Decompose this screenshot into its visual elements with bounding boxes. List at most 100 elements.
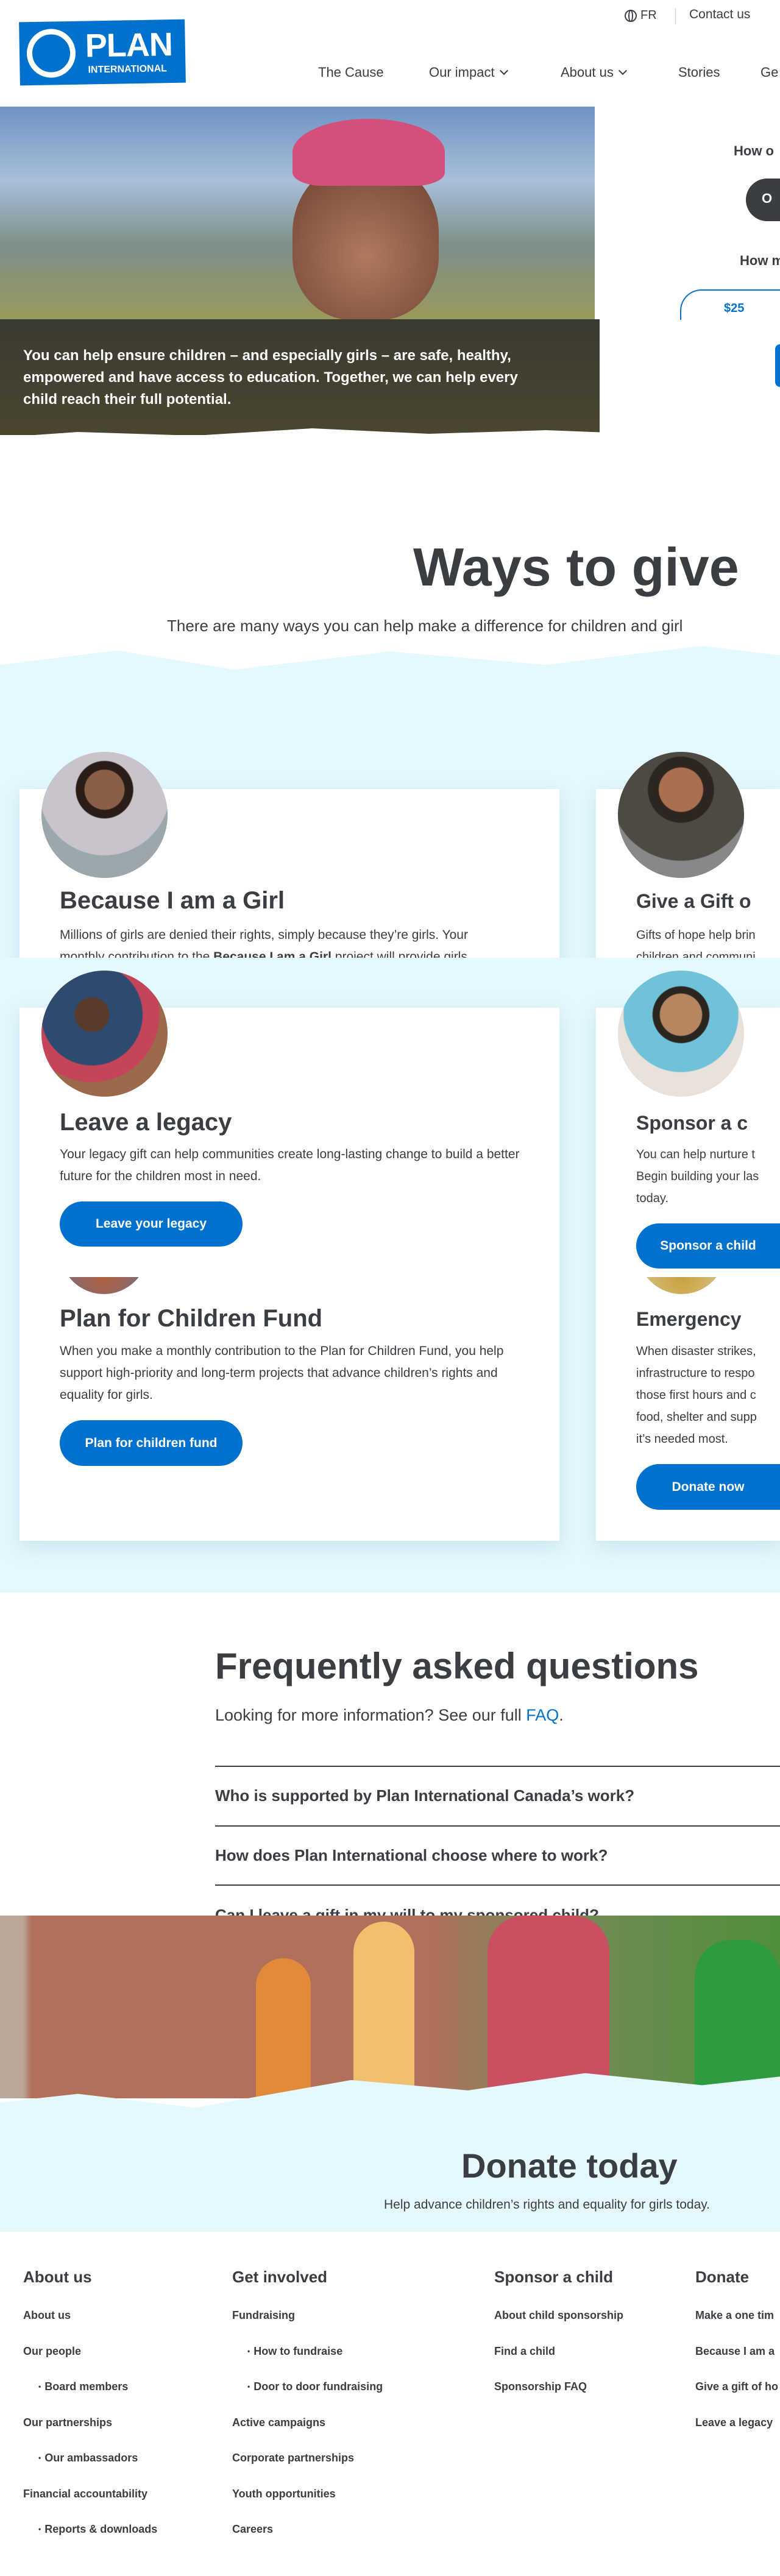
logo-subtext: INTERNATIONAL — [88, 63, 168, 76]
footer-heading: Donate — [695, 2268, 750, 2286]
avatar-fund-photo — [60, 1277, 148, 1294]
nav-get-involved[interactable]: Ge — [760, 65, 778, 80]
plan-for-children-fund-button[interactable]: Plan for children fund — [60, 1420, 243, 1466]
footer-heading: About us — [23, 2268, 92, 2286]
leave-your-legacy-button[interactable]: Leave your legacy — [60, 1201, 243, 1247]
card-title: Because I am a Girl — [60, 887, 285, 914]
girl-figure — [695, 1940, 780, 2098]
donation-form: How o O How m $25 — [600, 107, 780, 426]
logo-emblem-icon — [26, 28, 76, 79]
nav-about-us[interactable]: About us — [561, 65, 627, 80]
frequency-label: How o — [734, 143, 774, 158]
footer-link[interactable]: Leave a legacy — [695, 2416, 773, 2429]
faq-question-clip: Can I leave a gift in my will to my spon… — [0, 1901, 780, 1916]
frequency-option[interactable]: O — [746, 179, 780, 221]
footer-link[interactable]: About us — [23, 2309, 71, 2322]
faq-divider — [215, 1825, 780, 1827]
footer-heading: Get involved — [232, 2268, 328, 2286]
faq-question[interactable]: Who is supported by Plan International C… — [215, 1786, 634, 1805]
donate-subtitle: Help advance children’s rights and equal… — [384, 2198, 711, 2212]
nav-label: Ge — [760, 65, 779, 80]
girls-banner-image — [0, 1916, 780, 2098]
footer-link[interactable]: Our ambassadors — [38, 2451, 138, 2466]
faq-link[interactable]: FAQ — [526, 1706, 559, 1724]
avatar-sponsor-photo — [618, 971, 744, 1097]
avatar-legacy-photo — [41, 971, 168, 1097]
card-body: Millions of girls are denied their right… — [60, 924, 535, 958]
globe-icon — [625, 9, 637, 22]
card-body-line: Millions of girls are denied their right… — [60, 928, 468, 942]
girl-figure — [488, 1916, 609, 2098]
hero-cap — [292, 119, 445, 186]
footer-link[interactable]: Corporate partnerships — [232, 2451, 354, 2465]
footer-link[interactable]: How to fundraise — [247, 2344, 342, 2359]
faq-divider — [215, 1884, 780, 1886]
cards-row-1: Because I am a Girl Millions of girls ar… — [0, 743, 780, 958]
card-body-line: today. — [636, 1192, 668, 1205]
nav-the-cause[interactable]: The Cause — [318, 65, 384, 80]
footer-link[interactable]: Because I am a — [695, 2344, 775, 2358]
nav-label: The Cause — [318, 65, 384, 80]
card-body: When disaster strikes, infrastructure to… — [636, 1340, 778, 1450]
footer-link[interactable]: Careers — [232, 2522, 273, 2536]
card-body: Gifts of hope help brin children and com… — [636, 924, 778, 958]
sponsor-a-child-button[interactable]: Sponsor a child — [636, 1223, 780, 1269]
continue-button[interactable] — [775, 344, 780, 387]
contact-link[interactable]: Contact us — [689, 7, 750, 22]
footer-link[interactable]: Give a gift of ho — [695, 2380, 778, 2393]
girl-figure — [353, 1922, 414, 2098]
donate-title: Donate today — [461, 2146, 678, 2185]
footer-link[interactable]: Door to door fundraising — [247, 2380, 383, 2394]
card-body: Your legacy gift can help communities cr… — [60, 1147, 520, 1183]
footer-link[interactable]: Make a one tim — [695, 2309, 774, 2322]
nav-stories[interactable]: Stories — [678, 65, 720, 80]
language-switch[interactable]: FR — [625, 9, 657, 23]
faq-question[interactable]: How does Plan International choose where… — [215, 1846, 608, 1865]
footer-link[interactable]: Fundraising — [232, 2309, 295, 2322]
faq-title: Frequently asked questions — [215, 1646, 699, 1686]
girl-figure — [256, 1958, 311, 2098]
footer-link[interactable]: Active campaigns — [232, 2416, 325, 2429]
card-title: Give a Gift o — [636, 890, 751, 912]
footer-link[interactable]: Sponsorship FAQ — [494, 2380, 587, 2393]
card-title: Plan for Children Fund — [60, 1305, 323, 1332]
donate-now-button[interactable]: Donate now — [636, 1464, 780, 1510]
footer-link[interactable]: Our people — [23, 2344, 81, 2358]
faq-divider — [215, 1766, 780, 1767]
avatar-emergency-photo — [637, 1277, 726, 1294]
amount-option-25[interactable]: $25 — [680, 289, 780, 320]
footer-link[interactable]: Board members — [38, 2380, 128, 2394]
faq-question[interactable]: Can I leave a gift in my will to my spon… — [215, 1906, 599, 1916]
ways-title: Ways to give — [413, 537, 739, 597]
nav-our-impact[interactable]: Our impact — [429, 65, 508, 80]
chevron-down-icon — [618, 66, 627, 76]
footer-link[interactable]: Our partnerships — [23, 2416, 112, 2429]
card-body-line: food, shelter and supp — [636, 1410, 757, 1424]
footer-link[interactable]: Reports & downloads — [38, 2522, 157, 2537]
logo[interactable]: PLAN INTERNATIONAL — [19, 19, 186, 86]
card-body-line: those first hours and c — [636, 1389, 756, 1402]
avatar-girl-photo — [41, 752, 168, 878]
card-title: Emergency — [636, 1308, 742, 1330]
footer-link[interactable]: Financial accountability — [23, 2487, 147, 2500]
footer-link[interactable]: About child sponsorship — [494, 2309, 623, 2322]
footer-link[interactable]: Youth opportunities — [232, 2487, 336, 2500]
card-body-line: When disaster strikes, — [636, 1345, 756, 1358]
card-title: Leave a legacy — [60, 1109, 232, 1136]
nav-label: Stories — [678, 65, 720, 80]
nav-label: About us — [561, 65, 614, 80]
card-body-line: infrastructure to respo — [636, 1367, 755, 1380]
footer-link[interactable]: Find a child — [494, 2344, 555, 2358]
hero-text: You can help ensure children – and espec… — [23, 347, 518, 408]
faq-intro: Looking for more information? See our fu… — [215, 1706, 564, 1724]
card-body-line: You can help nurture t — [636, 1148, 755, 1161]
footer-heading: Sponsor a child — [494, 2268, 614, 2286]
card-body: You can help nurture t Begin building yo… — [636, 1144, 778, 1209]
frequency-option-label: O — [762, 191, 773, 206]
chevron-down-icon — [499, 66, 508, 76]
logo-text: PLAN — [85, 26, 173, 65]
divider — [675, 9, 676, 24]
amount-label: How m — [740, 253, 780, 268]
card-body-line: children and communi — [636, 950, 756, 958]
nav-label: Our impact — [429, 65, 495, 80]
